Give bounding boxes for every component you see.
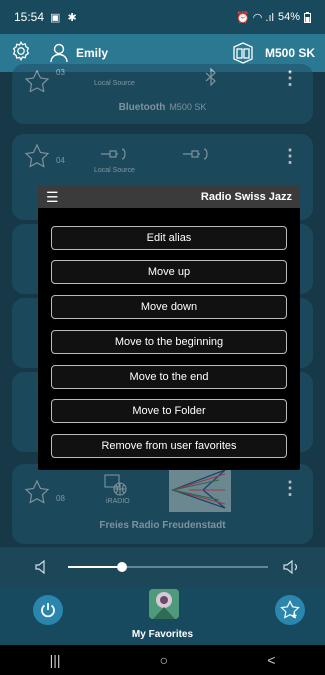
move-up-button[interactable]: Move up xyxy=(51,260,287,284)
power-button[interactable] xyxy=(33,595,63,625)
device-name: M500 SK xyxy=(264,46,315,60)
volume-control xyxy=(0,547,325,587)
status-time: 15:54 xyxy=(14,10,45,24)
volume-down-icon[interactable] xyxy=(34,559,50,575)
move-down-button[interactable]: Move down xyxy=(51,295,287,319)
add-favorite-button[interactable] xyxy=(275,595,305,625)
gear-icon[interactable] xyxy=(10,40,32,67)
now-playing-cover-art[interactable] xyxy=(149,589,179,619)
system-nav-bar: ||| ○ < xyxy=(0,645,325,675)
status-notification-icons: ▣ ✱ xyxy=(50,11,79,24)
star-plus-icon xyxy=(280,600,300,619)
favorite-options-dialog: ☰ Radio Swiss Jazz Edit alias Move up Mo… xyxy=(38,186,300,470)
speaker-device-icon xyxy=(233,42,253,64)
hamburger-menu-icon: ☰ xyxy=(46,188,59,205)
user-name: Emily xyxy=(76,46,109,60)
recents-button[interactable]: ||| xyxy=(50,652,61,668)
bottom-bar: My Favorites xyxy=(0,587,325,645)
move-to-folder-button[interactable]: Move to Folder xyxy=(51,399,287,423)
home-button[interactable]: ○ xyxy=(160,652,168,668)
back-button[interactable]: < xyxy=(267,652,275,668)
move-to-beginning-button[interactable]: Move to the beginning xyxy=(51,330,287,354)
volume-up-icon[interactable] xyxy=(282,559,300,575)
battery-level: 54% xyxy=(277,11,300,23)
device-selector[interactable]: M500 SK xyxy=(231,42,315,64)
status-bar: 15:54 ▣ ✱ ⏰ ◠ .ıl 54% xyxy=(0,0,325,34)
remove-from-favorites-button[interactable]: Remove from user favorites xyxy=(51,434,287,458)
now-playing-label: My Favorites xyxy=(131,629,194,640)
edit-alias-button[interactable]: Edit alias xyxy=(51,226,287,250)
status-right-icons: ⏰ ◠ .ıl 54% xyxy=(236,11,311,24)
volume-level-fill xyxy=(68,566,122,568)
volume-slider-handle[interactable] xyxy=(117,562,127,572)
power-icon xyxy=(41,603,55,618)
dialog-title: Radio Swiss Jazz xyxy=(200,191,292,203)
battery-icon xyxy=(304,11,311,23)
status-system-icons: ⏰ ◠ .ıl xyxy=(236,11,274,24)
dialog-header: ☰ Radio Swiss Jazz xyxy=(38,186,300,208)
move-to-end-button[interactable]: Move to the end xyxy=(51,365,287,389)
user-selector[interactable]: Emily xyxy=(50,43,108,63)
user-icon xyxy=(50,43,68,63)
